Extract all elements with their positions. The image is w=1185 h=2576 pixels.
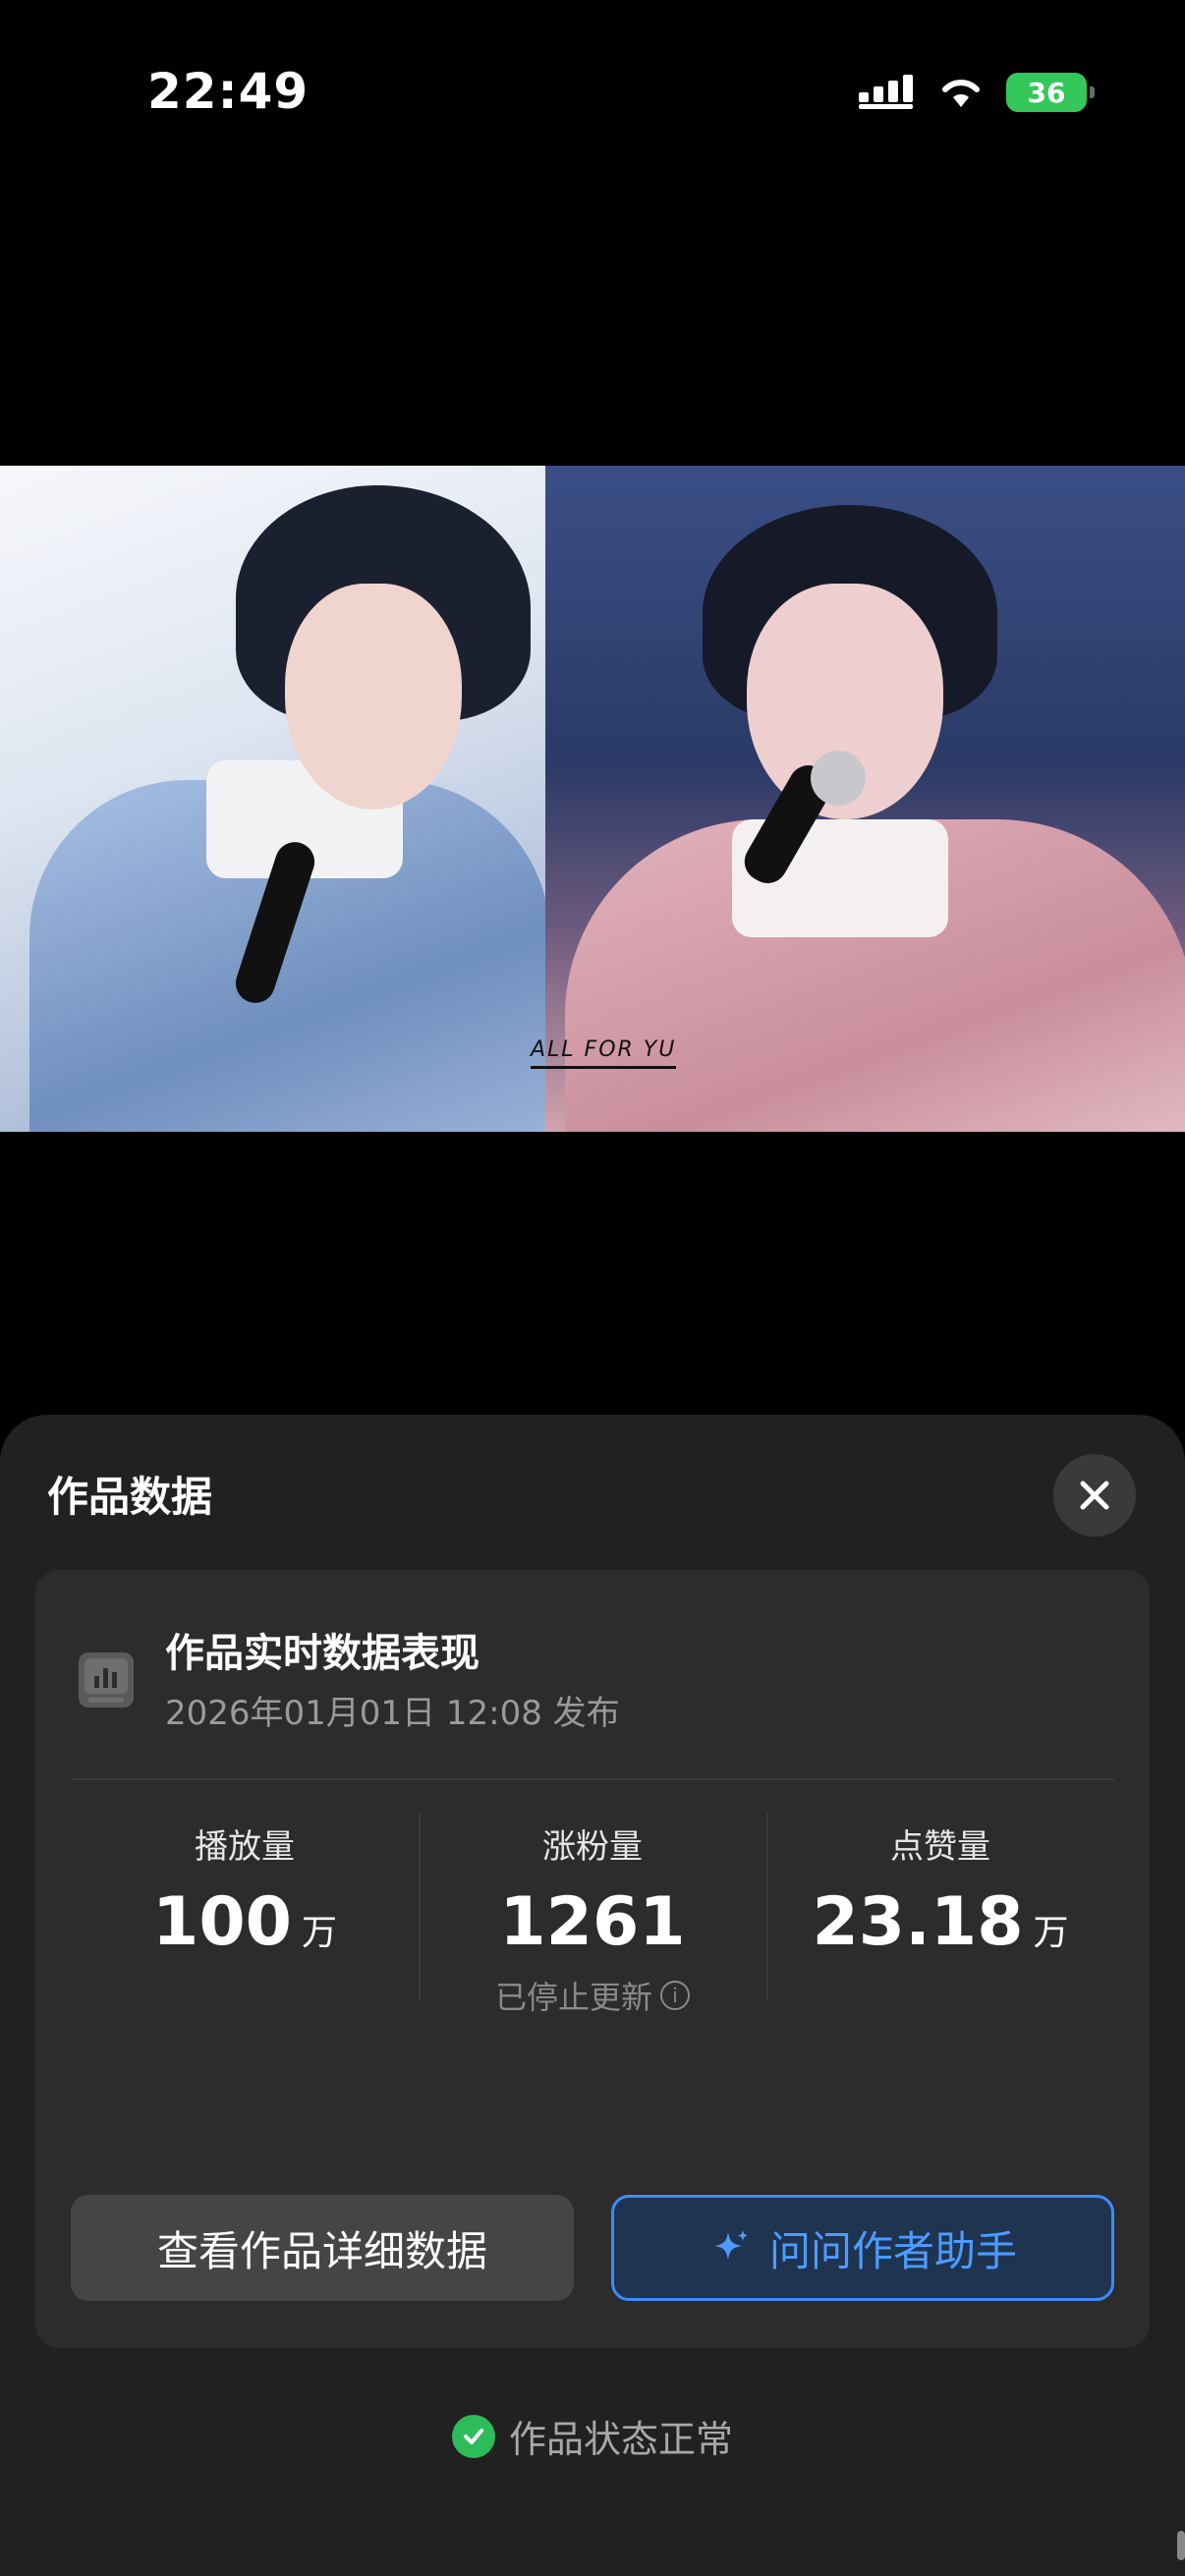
- battery-level: 36: [1027, 76, 1066, 109]
- battery-icon: 36: [1006, 73, 1095, 112]
- video-watermark: ALL FOR YU: [531, 1037, 677, 1069]
- info-icon[interactable]: i: [660, 1981, 690, 2010]
- stats-row: 播放量 100 万 涨粉量 1261 已停止更新 i 点赞量 23.18 万: [71, 1814, 1114, 2016]
- home-indicator: [1177, 2531, 1185, 2560]
- stat-value: 100: [152, 1883, 292, 1961]
- video-right-panel: [545, 466, 1185, 1132]
- status-icons: 36: [857, 73, 1095, 112]
- work-status-text: 作品状态正常: [508, 2418, 733, 2461]
- video-frame[interactable]: ALL FOR YU: [0, 466, 1185, 1132]
- status-time: 22:49: [147, 63, 310, 120]
- view-details-label: 查看作品详细数据: [156, 2226, 487, 2275]
- chart-icon: [79, 1652, 134, 1708]
- publish-time: 2026年01月01日 12:08 发布: [165, 1694, 620, 1733]
- close-button[interactable]: [1053, 1454, 1136, 1537]
- work-status: 作品状态正常: [0, 2409, 1185, 2463]
- stat-label: 播放量: [195, 1827, 295, 1867]
- signal-icon: [859, 75, 913, 109]
- status-bar: 22:49 36: [0, 0, 1185, 196]
- data-bottom-sheet: 作品数据 作品实时数据表现 2026年01月01日 12:08 发布 播放量 1…: [0, 1415, 1185, 2576]
- stat-followers: 涨粉量 1261 已停止更新 i: [419, 1814, 766, 2016]
- close-icon: [1080, 1481, 1109, 1510]
- divider: [71, 1778, 1114, 1780]
- wifi-icon: [942, 80, 980, 107]
- stat-unit: 万: [301, 1913, 337, 1953]
- video-left-panel: [0, 466, 550, 1132]
- stat-label: 涨粉量: [542, 1827, 643, 1867]
- ask-assistant-button[interactable]: 问问作者助手: [611, 2195, 1114, 2301]
- stat-value: 23.18: [812, 1883, 1024, 1961]
- stat-label: 点赞量: [890, 1827, 990, 1867]
- card-title: 作品实时数据表现: [165, 1631, 480, 1676]
- stat-value: 1261: [499, 1883, 686, 1961]
- view-details-button[interactable]: 查看作品详细数据: [71, 2195, 574, 2301]
- check-icon: [451, 2414, 495, 2458]
- stat-unit: 万: [1033, 1913, 1069, 1953]
- sheet-title: 作品数据: [47, 1473, 213, 1521]
- stat-note-text: 已停止更新: [494, 1979, 652, 2016]
- stat-likes: 点赞量 23.18 万: [766, 1814, 1114, 2010]
- stat-plays: 播放量 100 万: [71, 1814, 419, 2010]
- sparkle-icon: [713, 2230, 748, 2260]
- stat-note[interactable]: 已停止更新 i: [419, 1973, 766, 2018]
- stats-card: 作品实时数据表现 2026年01月01日 12:08 发布 播放量 100 万 涨…: [35, 1570, 1150, 2348]
- ask-assistant-label: 问问作者助手: [768, 2226, 1017, 2275]
